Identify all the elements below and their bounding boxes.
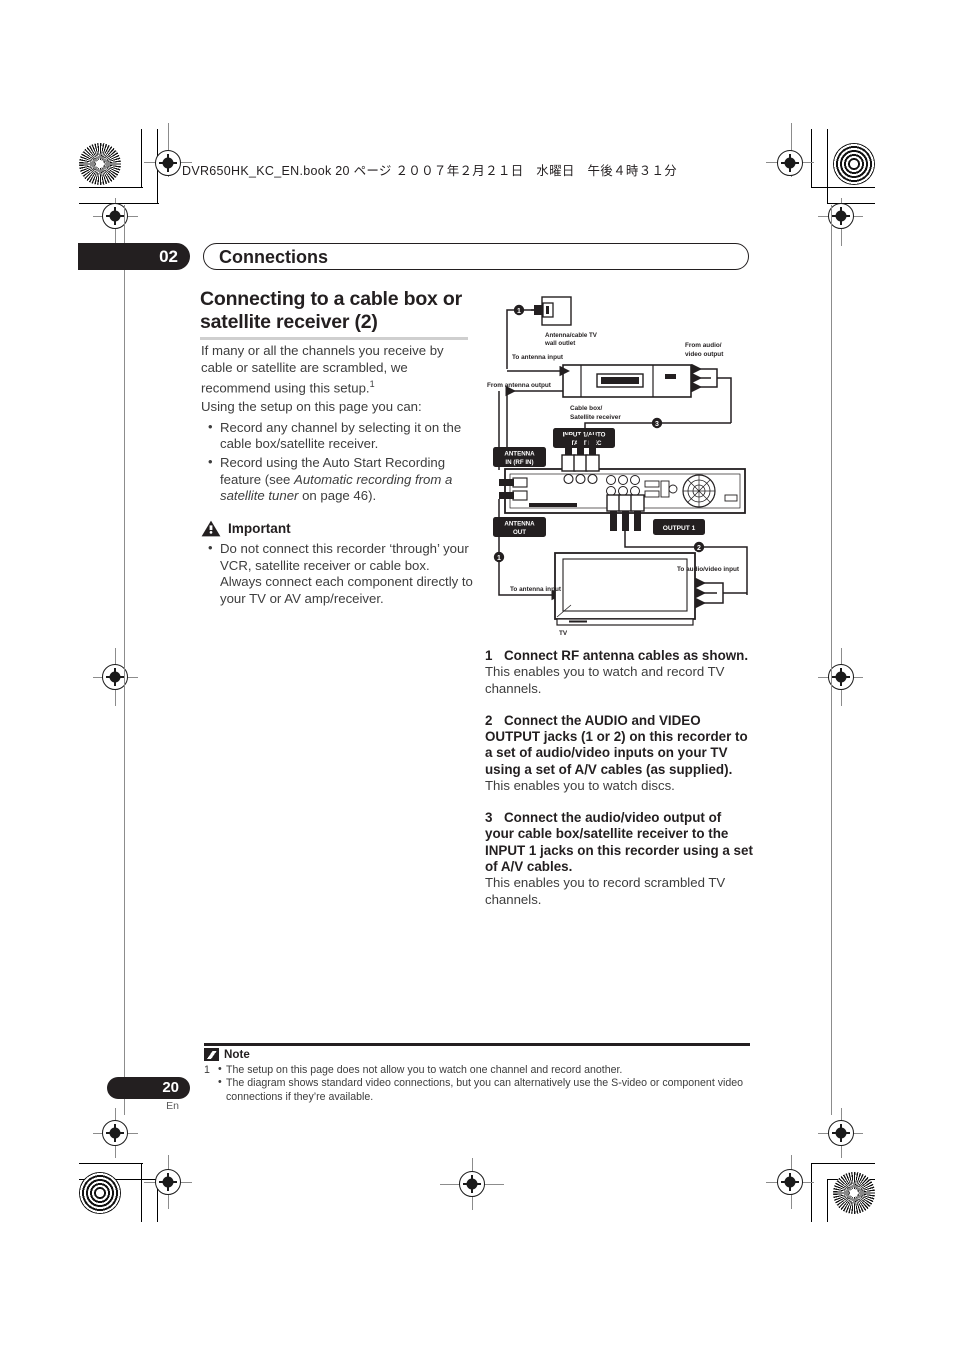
crop-line-tr-v1	[811, 129, 813, 188]
svg-text:TV: TV	[559, 630, 568, 637]
step-2-number: 2	[485, 712, 493, 728]
note-footnote-index: 1	[204, 1064, 210, 1076]
step-2-title: 2 Connect the AUDIO and VIDEO OUTPUT jack…	[485, 713, 753, 779]
chapter-number-tab: 02	[78, 243, 190, 270]
svg-text:To antenna input: To antenna input	[510, 586, 562, 593]
bullet-text-post: on page 46).	[298, 488, 377, 504]
intro-paragraph-2: Using the setup on this page you can:	[201, 399, 422, 415]
svg-text:video output: video output	[685, 351, 724, 358]
list-item: Record any channel by selecting it on th…	[201, 419, 473, 453]
step-1-title: 1 Connect RF antenna cables as shown.	[485, 648, 753, 664]
step-3: 3 Connect the audio/video output of your …	[485, 810, 753, 909]
star-target-top-right	[833, 143, 875, 185]
svg-text:From audio/: From audio/	[685, 342, 722, 349]
note-label: Note	[224, 1048, 250, 1061]
list-item: Record using the Auto Start Recording fe…	[201, 454, 473, 505]
svg-text:3: 3	[655, 421, 659, 428]
crop-line-br-v1	[811, 1163, 813, 1222]
page-language-label: En	[166, 1100, 179, 1112]
crop-line-br-v2	[827, 1179, 829, 1222]
crop-line-tr-h1	[811, 187, 875, 189]
svg-text:Cable box/: Cable box/	[570, 405, 603, 412]
svg-text:Antenna/cable TV: Antenna/cable TV	[545, 332, 598, 339]
registration-target-bottom-center	[459, 1171, 485, 1197]
footnote-marker: 1	[369, 379, 375, 390]
note-body: 1 The setup on this page does not allow …	[204, 1063, 752, 1104]
important-header: Important	[201, 520, 473, 537]
intro-paragraph-1-text: If many or all the channels you receive …	[201, 343, 444, 396]
instruction-steps: 1 Connect RF antenna cables as shown. Thi…	[485, 648, 753, 924]
registration-target-bottom-right	[828, 1120, 854, 1146]
bleed-guide-left	[124, 205, 126, 1115]
step-2-title-text: Connect the AUDIO and VIDEO OUTPUT jacks…	[485, 712, 748, 777]
svg-text:ANTENNA: ANTENNA	[504, 521, 535, 528]
bleed-guide-right	[831, 205, 833, 1115]
step-2-description: This enables you to watch discs.	[485, 778, 675, 794]
note-line: The diagram shows standard video connect…	[218, 1076, 752, 1104]
book-file-header: DVR650HK_KC_EN.book 20 ページ ２００７年２月２１日 水曜…	[182, 164, 678, 178]
intro-paragraph-1: If many or all the channels you receive …	[201, 343, 473, 397]
note-line-list: The setup on this page does not allow yo…	[204, 1063, 752, 1104]
rf-plug-icon	[534, 302, 554, 318]
intro-text-block: If many or all the channels you receive …	[201, 343, 473, 507]
important-bullet-list: Do not connect this recorder ‘through’ y…	[201, 540, 473, 607]
registration-target-bottom-right-2	[777, 1169, 803, 1195]
list-item: Do not connect this recorder ‘through’ y…	[201, 540, 473, 607]
warning-triangle-icon	[201, 520, 221, 537]
svg-text:IN (RF IN): IN (RF IN)	[505, 459, 533, 466]
registration-target-bottom-left-2	[155, 1169, 181, 1195]
step-1: 1 Connect RF antenna cables as shown. Thi…	[485, 648, 753, 698]
svg-text:OUT: OUT	[513, 529, 526, 536]
chapter-title: Connections	[219, 247, 329, 267]
svg-text:From antenna output: From antenna output	[487, 382, 552, 389]
important-label: Important	[228, 521, 291, 536]
registration-target-bottom-left	[102, 1120, 128, 1146]
note-divider	[204, 1043, 750, 1046]
feature-bullet-list: Record any channel by selecting it on th…	[201, 419, 473, 505]
svg-text:To antenna input: To antenna input	[512, 354, 564, 361]
svg-text:ANTENNA: ANTENNA	[504, 451, 535, 458]
svg-text:2: 2	[697, 545, 701, 552]
crop-line-bl-h1	[79, 1163, 143, 1165]
crop-line-tl-v1	[141, 129, 143, 188]
step-1-description: This enables you to watch and record TV …	[485, 664, 725, 696]
svg-text:Satellite receiver: Satellite receiver	[570, 414, 621, 421]
svg-text:1: 1	[497, 555, 501, 562]
connection-diagram: 1 Antenna/cable TV wall outlet To antenn…	[485, 295, 755, 640]
star-target-bottom-right	[833, 1172, 875, 1214]
step-1-number: 1	[485, 648, 493, 663]
crop-line-tr-v2	[827, 129, 829, 204]
step-3-title: 3 Connect the audio/video output of your …	[485, 810, 753, 876]
star-target-bottom-left	[79, 1172, 121, 1214]
crop-line-br-h1	[811, 1163, 875, 1165]
page-number-badge: 20	[107, 1077, 190, 1099]
svg-text:wall outlet: wall outlet	[544, 340, 575, 347]
step-3-description: This enables you to record scrambled TV …	[485, 875, 726, 908]
crop-line-tl-h1	[79, 187, 143, 189]
star-target-top-left	[79, 143, 121, 185]
important-callout: Important Do not connect this recorder ‘…	[201, 520, 473, 609]
page-title: Connecting to a cable box or satellite r…	[200, 288, 463, 333]
step-3-number: 3	[485, 809, 493, 825]
svg-text:To audio/video input: To audio/video input	[677, 566, 740, 573]
crop-line-bl-v1	[141, 1163, 143, 1222]
svg-text:1: 1	[517, 308, 521, 315]
step-3-title-text: Connect the audio/video output of your c…	[485, 809, 753, 875]
pencil-icon	[204, 1048, 219, 1061]
note-line: The setup on this page does not allow yo…	[218, 1063, 752, 1077]
heading-divider	[200, 337, 468, 340]
note-header: Note	[204, 1048, 250, 1061]
step-2: 2 Connect the AUDIO and VIDEO OUTPUT jack…	[485, 713, 753, 795]
registration-target-top-right	[777, 150, 803, 176]
step-1-title-text: Connect RF antenna cables as shown.	[504, 648, 749, 663]
registration-target-top-left	[155, 150, 181, 176]
svg-text:OUTPUT 1: OUTPUT 1	[663, 525, 696, 532]
